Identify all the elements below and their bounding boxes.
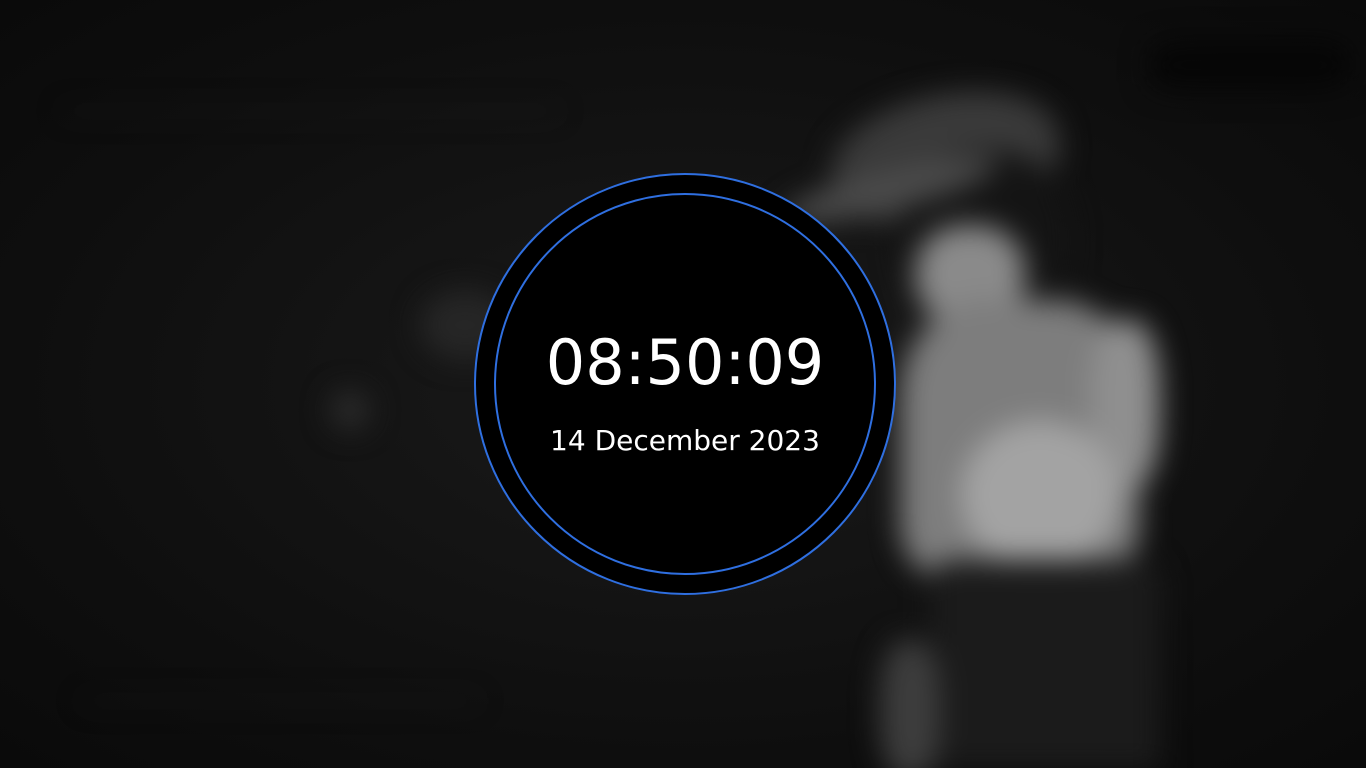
clock-widget: 08:50:09 14 December 2023 — [496, 195, 874, 573]
clock-date: 14 December 2023 — [550, 424, 820, 457]
clock-time: 08:50:09 — [545, 326, 825, 399]
desktop: 08:50:09 14 December 2023 — [0, 0, 1366, 768]
